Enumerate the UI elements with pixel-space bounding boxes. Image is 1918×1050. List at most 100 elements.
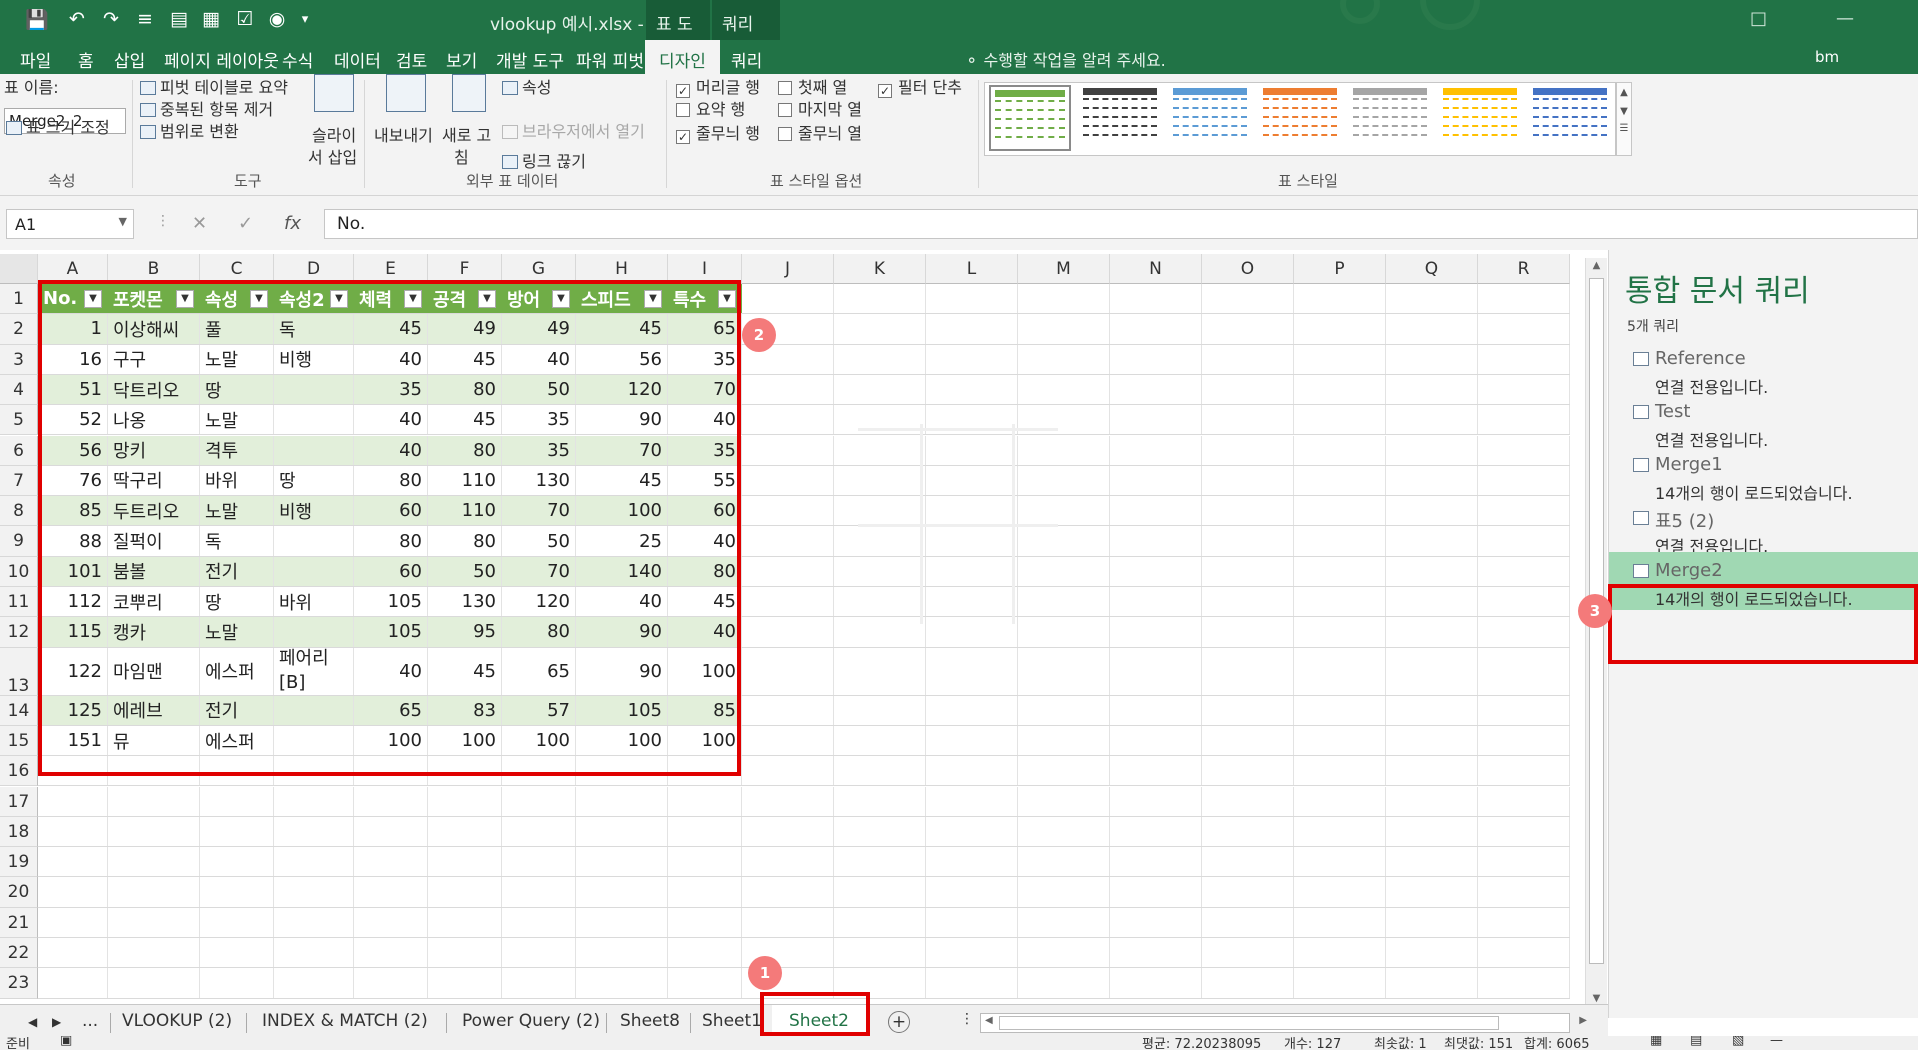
empty-cell[interactable] — [926, 526, 1018, 556]
empty-cell[interactable] — [1110, 617, 1202, 647]
empty-cell[interactable] — [354, 938, 428, 968]
empty-cell[interactable] — [742, 284, 834, 314]
empty-cell[interactable] — [926, 617, 1018, 647]
table-style-swatch[interactable] — [989, 85, 1071, 151]
row-header-3[interactable]: 3 — [0, 344, 38, 375]
row-header-9[interactable]: 9 — [0, 526, 38, 557]
empty-cell[interactable] — [1386, 465, 1478, 496]
empty-cell[interactable] — [742, 786, 834, 816]
redo-icon[interactable]: ↷ — [98, 8, 124, 30]
page-layout-icon[interactable]: ▤ — [1690, 1036, 1702, 1048]
empty-cell[interactable] — [1110, 938, 1202, 968]
empty-cell[interactable] — [1018, 816, 1110, 847]
row-header-12[interactable]: 12 — [0, 617, 38, 648]
empty-cell[interactable] — [834, 435, 926, 465]
empty-cell[interactable] — [354, 877, 428, 907]
empty-cell[interactable] — [1478, 496, 1570, 526]
export-icon[interactable] — [386, 74, 426, 112]
empty-cell[interactable] — [1386, 968, 1478, 998]
empty-cell[interactable] — [108, 877, 200, 907]
row-header-15[interactable]: 15 — [0, 725, 38, 757]
pivot-summarize-button[interactable]: 피벗 테이블로 요약 — [140, 74, 288, 98]
empty-cell[interactable] — [1386, 907, 1478, 937]
scroll-down-icon[interactable]: ▼ — [1617, 106, 1631, 117]
page-break-icon[interactable]: ▧ — [1732, 1036, 1744, 1048]
empty-cell[interactable] — [1478, 756, 1570, 786]
empty-cell[interactable] — [428, 816, 502, 847]
row-header-5[interactable]: 5 — [0, 405, 38, 436]
empty-cell[interactable] — [1294, 556, 1386, 586]
row-header-17[interactable]: 17 — [0, 786, 38, 817]
empty-cell[interactable] — [926, 647, 1018, 695]
formula-input[interactable]: No. — [324, 209, 1918, 239]
column-header-R[interactable]: R — [1478, 254, 1570, 284]
empty-cell[interactable] — [1386, 314, 1478, 344]
empty-cell[interactable] — [38, 786, 108, 816]
empty-cell[interactable] — [1294, 968, 1386, 998]
empty-cell[interactable] — [1202, 284, 1294, 314]
scroll-up-icon[interactable]: ▲ — [1586, 260, 1607, 271]
empty-cell[interactable] — [274, 968, 354, 998]
row-header-11[interactable]: 11 — [0, 587, 38, 618]
empty-cell[interactable] — [1386, 877, 1478, 907]
empty-cell[interactable] — [576, 877, 668, 907]
empty-cell[interactable] — [926, 314, 1018, 344]
empty-cell[interactable] — [1202, 374, 1294, 405]
filter-button-checkbox[interactable]: ✓ 필터 단추 — [878, 74, 962, 98]
empty-cell[interactable] — [1110, 465, 1202, 496]
table-style-swatch[interactable] — [1529, 85, 1611, 151]
empty-cell[interactable] — [742, 556, 834, 586]
empty-cell[interactable] — [742, 877, 834, 907]
column-header-M[interactable]: M — [1018, 254, 1110, 284]
table-style-swatch[interactable] — [1259, 85, 1341, 151]
empty-cell[interactable] — [1386, 435, 1478, 465]
empty-cell[interactable] — [1294, 725, 1386, 756]
macro-record-icon[interactable]: ▣ — [60, 1036, 72, 1048]
row-header-23[interactable]: 23 — [0, 968, 38, 999]
empty-cell[interactable] — [1018, 374, 1110, 405]
empty-cell[interactable] — [1478, 847, 1570, 877]
empty-cell[interactable] — [1386, 816, 1478, 847]
row-header-8[interactable]: 8 — [0, 496, 38, 527]
empty-cell[interactable] — [1478, 647, 1570, 695]
empty-cell[interactable] — [742, 465, 834, 496]
row-header-4[interactable]: 4 — [0, 374, 38, 406]
empty-cell[interactable] — [38, 968, 108, 998]
empty-cell[interactable] — [1110, 647, 1202, 695]
sheet-tab-sheet8[interactable]: Sheet8 — [620, 1011, 680, 1031]
empty-cell[interactable] — [742, 847, 834, 877]
empty-cell[interactable] — [502, 877, 576, 907]
empty-cell[interactable] — [1294, 877, 1386, 907]
empty-cell[interactable] — [1294, 847, 1386, 877]
empty-cell[interactable] — [1294, 816, 1386, 847]
clear-filter-icon[interactable]: ☑ — [232, 8, 258, 30]
empty-cell[interactable] — [1202, 405, 1294, 435]
row-header-16[interactable]: 16 — [0, 756, 38, 787]
empty-cell[interactable] — [1294, 907, 1386, 937]
empty-cell[interactable] — [1478, 344, 1570, 374]
empty-cell[interactable] — [1110, 374, 1202, 405]
empty-cell[interactable] — [1018, 617, 1110, 647]
empty-cell[interactable] — [834, 617, 926, 647]
empty-cell[interactable] — [108, 786, 200, 816]
empty-cell[interactable] — [834, 725, 926, 756]
empty-cell[interactable] — [668, 877, 742, 907]
convert-to-range-button[interactable]: 범위로 변환 — [140, 118, 239, 142]
sort-icon[interactable]: ≡ — [132, 8, 158, 30]
empty-cell[interactable] — [834, 938, 926, 968]
empty-cell[interactable] — [742, 587, 834, 617]
row-header-7[interactable]: 7 — [0, 465, 38, 497]
empty-cell[interactable] — [1018, 496, 1110, 526]
empty-cell[interactable] — [668, 968, 742, 998]
empty-cell[interactable] — [38, 847, 108, 877]
empty-cell[interactable] — [200, 786, 274, 816]
empty-cell[interactable] — [1018, 907, 1110, 937]
empty-cell[interactable] — [926, 284, 1018, 314]
empty-cell[interactable] — [1202, 938, 1294, 968]
empty-cell[interactable] — [1478, 968, 1570, 998]
row-header-19[interactable]: 19 — [0, 847, 38, 878]
empty-cell[interactable] — [1294, 374, 1386, 405]
empty-cell[interactable] — [1202, 847, 1294, 877]
empty-cell[interactable] — [926, 907, 1018, 937]
row-header-2[interactable]: 2 — [0, 314, 38, 345]
